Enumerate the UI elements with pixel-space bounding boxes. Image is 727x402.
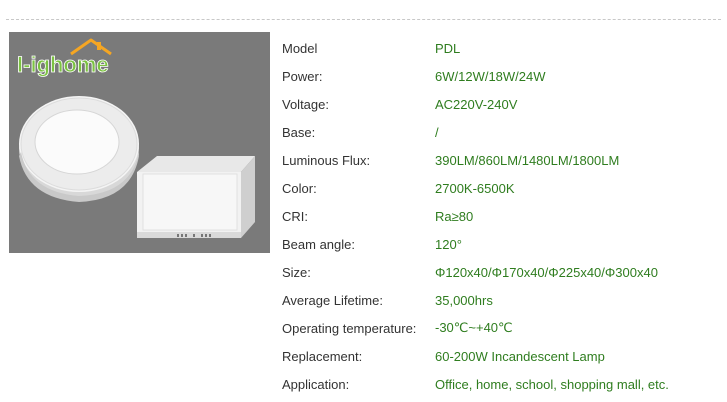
spec-label: Color: [282, 180, 317, 196]
spec-row: Average Lifetime: 35,000hrs [276, 286, 724, 314]
spec-row: Operating temperature: -30℃~+40℃ [276, 314, 724, 342]
spec-value: -30℃~+40℃ [435, 320, 513, 335]
spec-row: Application: Office, home, school, shoppi… [276, 370, 724, 398]
spec-row: Size: Φ120x40/Φ170x40/Φ225x40/Φ300x40 [276, 258, 724, 286]
round-panel-light [19, 96, 139, 202]
spec-label: Voltage: [282, 96, 329, 112]
spec-table: Model PDL Power: 6W/12W/18W/24W Voltage: AC22… [276, 34, 724, 398]
spec-table-body: Model PDL Power: 6W/12W/18W/24W Voltage: AC22… [276, 34, 724, 398]
spec-label: Beam angle: [282, 236, 355, 252]
spec-value: Ra≥80 [435, 208, 474, 224]
spec-label: Replacement: [282, 348, 363, 364]
spec-row: Color: 2700K-6500K [276, 174, 724, 202]
spec-row: Voltage: AC220V-240V [276, 90, 724, 118]
product-image: I-ighome [9, 32, 270, 253]
spec-row: Beam angle: 120° [276, 230, 724, 258]
spec-label: Base: [282, 124, 316, 140]
spec-label: Size: [282, 264, 311, 280]
spec-label: CRI: [282, 208, 308, 224]
spec-label: Application: [282, 376, 350, 392]
spec-value: 6W/12W/18W/24W [435, 68, 546, 84]
spec-row: Luminous Flux: 390LM/860LM/1480LM/1800LM [276, 146, 724, 174]
logo-text: I-ighome [17, 52, 109, 77]
square-panel-light [137, 156, 255, 238]
spec-label: Luminous Flux: [282, 152, 371, 168]
spec-value: Φ120x40/Φ170x40/Φ225x40/Φ300x40 [435, 264, 658, 280]
brand-logo: I-ighome [17, 38, 112, 77]
spec-row: Replacement: 60-200W Incandescent Lamp [276, 342, 724, 370]
spec-label: Model [282, 40, 318, 56]
spec-value: AC220V-240V [435, 96, 518, 112]
spec-row: Base: / [276, 118, 724, 146]
spec-value: 120° [435, 236, 462, 252]
spec-value: 60-200W Incandescent Lamp [435, 348, 605, 364]
spec-value: 2700K-6500K [435, 180, 515, 196]
dashed-divider [6, 19, 721, 20]
spec-value: / [435, 124, 439, 140]
spec-label: Power: [282, 68, 323, 84]
spec-value: PDL [435, 40, 461, 56]
spec-value: Office, home, school, shopping mall, etc… [435, 376, 669, 392]
panel-light-illustration: I-ighome [17, 38, 255, 238]
spec-row: Model PDL [276, 34, 724, 62]
product-detail-page: I-ighome Model PDL Power: 6W/12W/18W/24W… [0, 0, 727, 402]
spec-label: Average Lifetime: [282, 292, 383, 308]
spec-row: Power: 6W/12W/18W/24W [276, 62, 724, 90]
spec-value: 390LM/860LM/1480LM/1800LM [435, 152, 620, 168]
spec-row: CRI: Ra≥80 [276, 202, 724, 230]
spec-value: 35,000hrs [435, 292, 493, 308]
spec-label: Operating temperature: [282, 320, 417, 336]
